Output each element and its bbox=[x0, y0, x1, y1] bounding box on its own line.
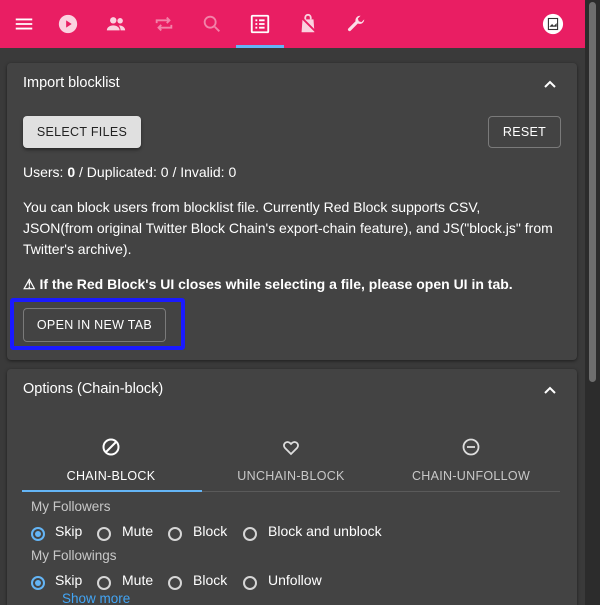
panel-title: Import blocklist bbox=[23, 75, 120, 91]
minus-circle-icon bbox=[462, 438, 480, 456]
import-description: You can block users from blocklist file.… bbox=[23, 199, 553, 257]
repeat-icon[interactable] bbox=[140, 0, 188, 48]
followings-unfollow-radio[interactable] bbox=[243, 576, 257, 590]
shopping-bag-icon[interactable] bbox=[284, 0, 332, 48]
followings-skip-radio[interactable] bbox=[31, 576, 45, 590]
followings-mute-radio[interactable] bbox=[97, 576, 111, 590]
active-tab-indicator bbox=[236, 45, 284, 48]
tab-unchain-block[interactable]: UNCHAIN-BLOCK bbox=[202, 430, 380, 492]
open-in-new-tab-button[interactable]: OPEN IN NEW TAB bbox=[23, 308, 166, 342]
tab-chain-unfollow[interactable]: CHAIN-UNFOLLOW bbox=[382, 430, 560, 492]
block-icon bbox=[102, 438, 120, 456]
search-icon[interactable] bbox=[188, 0, 236, 48]
followers-skip-radio[interactable] bbox=[31, 527, 45, 541]
chevron-up-icon[interactable] bbox=[543, 383, 557, 397]
active-tab-indicator bbox=[22, 490, 202, 492]
followings-group-label: My Followings bbox=[31, 548, 117, 563]
radio-label: Block bbox=[193, 523, 228, 539]
followers-mute-radio[interactable] bbox=[97, 527, 111, 541]
radio-label: Block and unblock bbox=[268, 523, 382, 539]
show-more-link[interactable]: Show more bbox=[62, 591, 130, 605]
followings-block-radio[interactable] bbox=[168, 576, 182, 590]
followers-block-radio[interactable] bbox=[168, 527, 182, 541]
radio-label: Mute bbox=[122, 572, 154, 588]
radio-label: Mute bbox=[122, 523, 154, 539]
wrench-icon[interactable] bbox=[332, 0, 380, 48]
warning-text: ⚠ If the Red Block's UI closes while sel… bbox=[23, 276, 513, 292]
radio-label: Skip bbox=[55, 523, 83, 539]
heart-icon bbox=[283, 441, 299, 456]
top-toolbar bbox=[0, 0, 585, 48]
scrollbar-thumb[interactable] bbox=[589, 2, 596, 382]
select-files-button[interactable]: SELECT FILES bbox=[23, 116, 141, 148]
radio-label: Skip bbox=[55, 572, 83, 588]
radio-label: Unfollow bbox=[268, 572, 322, 588]
import-stats: Users: 0 / Duplicated: 0 / Invalid: 0 bbox=[23, 164, 237, 180]
radio-label: Block bbox=[193, 572, 228, 588]
avatar[interactable] bbox=[529, 0, 577, 48]
chevron-up-icon[interactable] bbox=[543, 77, 557, 91]
list-icon[interactable] bbox=[236, 0, 284, 48]
followers-block-and-unblock-radio[interactable] bbox=[243, 527, 257, 541]
tab-chain-block[interactable]: CHAIN-BLOCK bbox=[22, 430, 200, 492]
play-icon[interactable] bbox=[44, 0, 92, 48]
panel-title: Options (Chain-block) bbox=[23, 381, 164, 397]
menu-icon[interactable] bbox=[0, 0, 48, 48]
scrollbar[interactable] bbox=[585, 0, 600, 605]
people-icon[interactable] bbox=[92, 0, 140, 48]
followers-group-label: My Followers bbox=[31, 499, 111, 514]
reset-button[interactable]: RESET bbox=[488, 116, 561, 148]
